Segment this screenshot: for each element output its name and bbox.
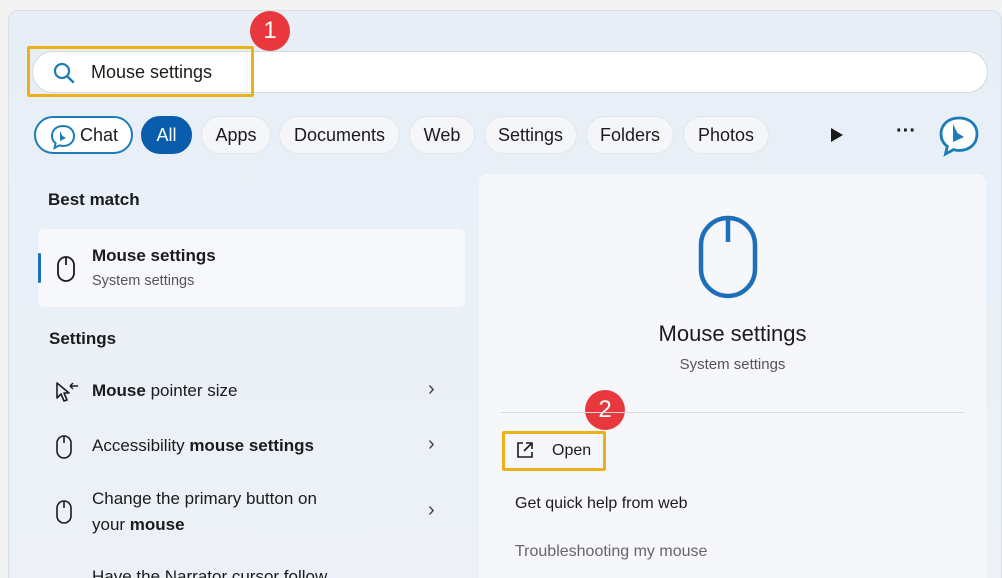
filter-documents[interactable]: Documents	[279, 116, 400, 154]
search-highlight-box	[27, 46, 254, 97]
filter-web[interactable]: Web	[409, 116, 475, 154]
open-external-icon[interactable]	[515, 440, 535, 460]
setting-accessibility-mouse[interactable]: Accessibility mouse settings ›	[38, 429, 465, 465]
setting-label-line2: your mouse	[92, 515, 185, 534]
setting-primary-button[interactable]: Change the primary button on your mouse …	[38, 485, 465, 541]
chevron-right-icon: ›	[428, 433, 435, 455]
quick-help-link[interactable]: Get quick help from web	[515, 495, 688, 513]
filter-settings[interactable]: Settings	[484, 116, 577, 154]
filter-apps[interactable]: Apps	[201, 116, 271, 154]
chevron-right-icon: ›	[428, 499, 435, 521]
preview-divider	[501, 412, 964, 413]
mouse-icon	[57, 256, 75, 282]
preview-title: Mouse settings	[658, 321, 807, 346]
selection-indicator	[38, 253, 41, 283]
narrator-icon	[54, 574, 74, 578]
more-options-button[interactable]: ···	[896, 120, 916, 143]
mouse-large-icon	[698, 215, 758, 299]
setting-narrator-cursor[interactable]: Have the Narrator cursor follow	[38, 562, 465, 578]
mouse-icon	[56, 435, 72, 459]
filter-folders[interactable]: Folders	[586, 116, 674, 154]
bing-icon[interactable]	[937, 114, 981, 158]
best-match-heading: Best match	[48, 190, 140, 209]
step-badge-2: 2	[585, 390, 625, 430]
filter-photos[interactable]: Photos	[683, 116, 769, 154]
mouse-icon	[56, 500, 72, 524]
troubleshooting-link[interactable]: Troubleshooting my mouse	[515, 543, 707, 561]
setting-label: Have the Narrator cursor follow	[92, 567, 328, 578]
scroll-right-arrow-icon[interactable]	[830, 127, 844, 143]
preview-subtitle: System settings	[679, 356, 786, 373]
setting-label-line1: Change the primary button on	[92, 489, 317, 508]
setting-mouse-pointer-size[interactable]: Mouse pointer size ›	[38, 374, 465, 410]
open-button[interactable]: Open	[552, 442, 591, 460]
setting-label: Mouse pointer size	[92, 381, 238, 400]
chat-filter-button[interactable]: Chat	[34, 116, 133, 154]
best-match-subtitle: System settings	[92, 273, 195, 289]
chat-filter-label: Chat	[80, 125, 119, 145]
filter-all[interactable]: All	[141, 116, 192, 154]
best-match-item[interactable]: Mouse settings System settings	[38, 229, 465, 307]
step-badge-1: 1	[250, 11, 290, 51]
setting-label: Accessibility mouse settings	[92, 436, 315, 455]
chevron-right-icon: ›	[428, 378, 435, 400]
mouse-pointer-icon	[56, 382, 78, 402]
bing-chat-icon	[50, 124, 76, 150]
best-match-title: Mouse settings	[92, 246, 216, 265]
settings-heading: Settings	[49, 329, 117, 348]
